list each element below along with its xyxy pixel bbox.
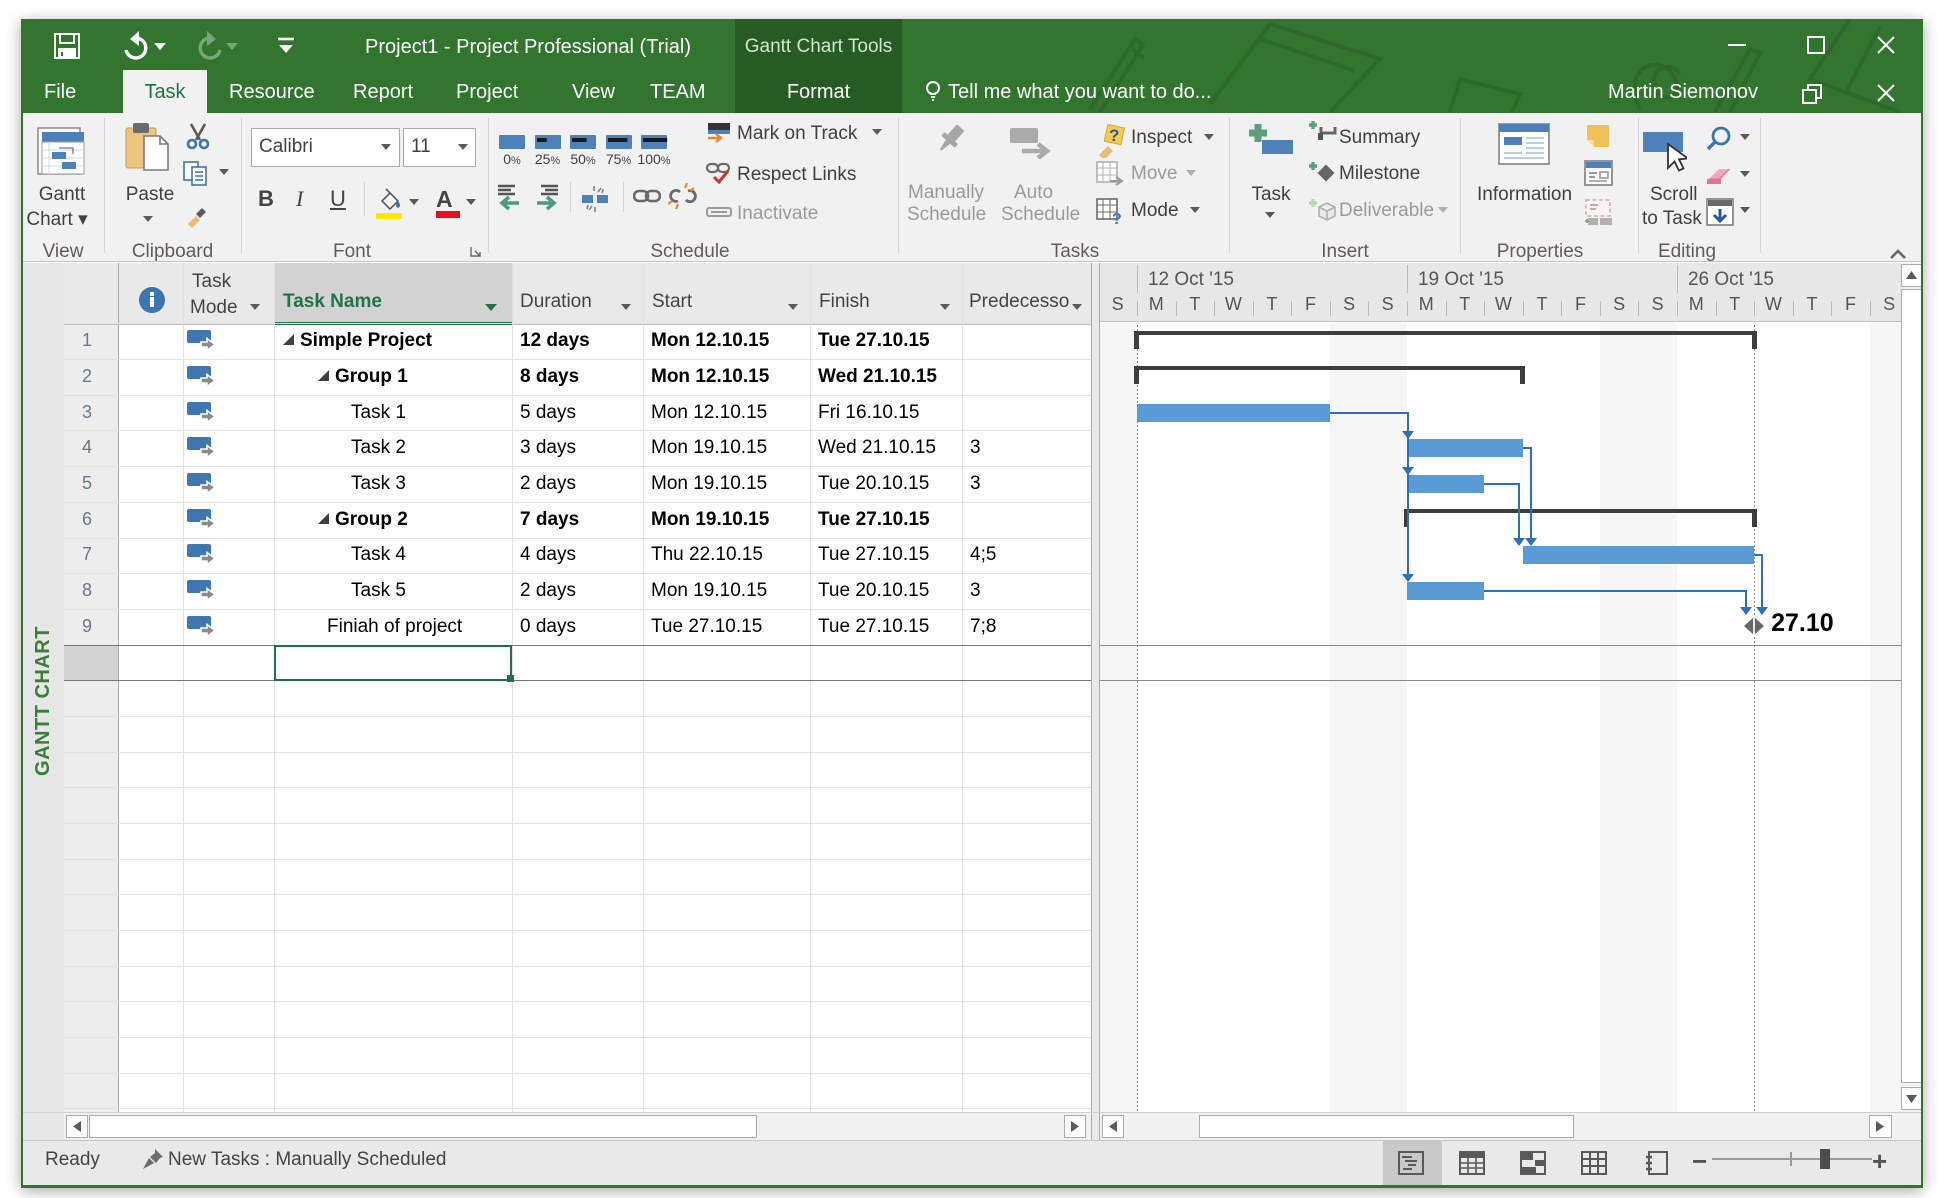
svg-text:?: ?	[1109, 126, 1119, 145]
svg-text:?: ?	[1112, 211, 1122, 226]
